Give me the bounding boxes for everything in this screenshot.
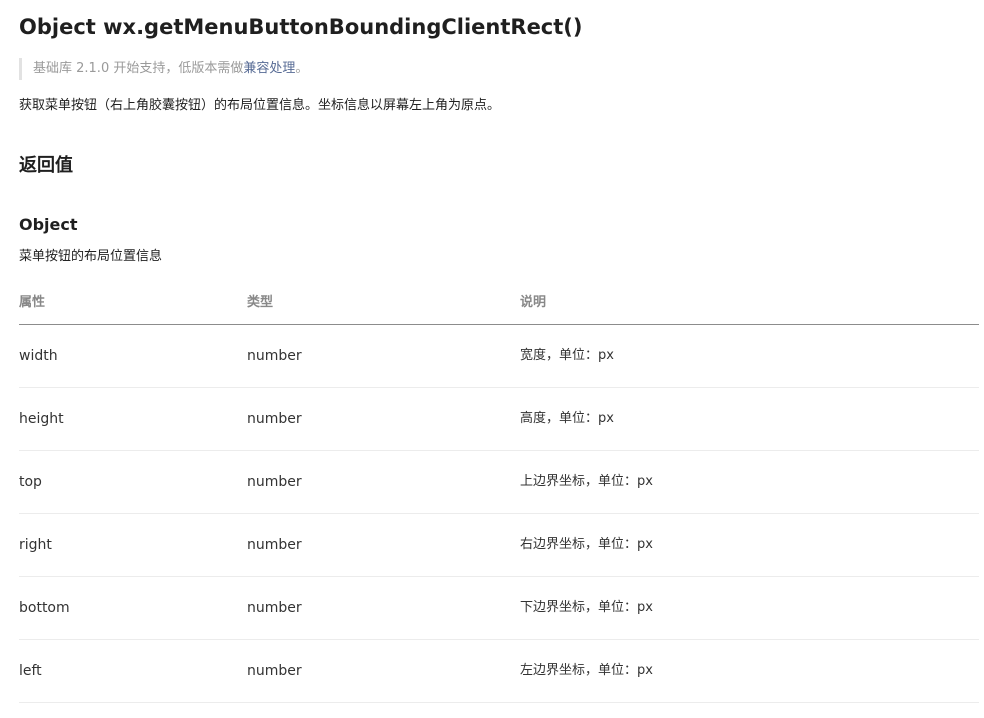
property-name: width [19,348,58,364]
header-property: 属性 [19,295,46,310]
property-type: number [247,474,302,490]
property-type: number [247,600,302,616]
table-row: top number 上边界坐标，单位：px [19,451,979,514]
version-note: 基础库 2.1.0 开始支持，低版本需做兼容处理。 [19,58,308,80]
property-description: 宽度，单位：px [520,348,614,363]
table-row: height number 高度，单位：px [19,388,979,451]
api-description: 获取菜单按钮（右上角胶囊按钮）的布局位置信息。坐标信息以屏幕左上角为原点。 [19,98,501,113]
property-description: 下边界坐标，单位：px [520,600,653,615]
property-description: 高度，单位：px [520,411,614,426]
table-row: right number 右边界坐标，单位：px [19,514,979,577]
header-type: 类型 [247,295,274,310]
property-name: height [19,411,64,427]
property-name: bottom [19,600,70,616]
property-type: number [247,663,302,679]
header-description: 说明 [520,295,547,310]
table-row: width number 宽度，单位：px [19,325,979,388]
property-name: top [19,474,42,490]
table-row: left number 左边界坐标，单位：px [19,640,979,703]
table-header: 属性 类型 说明 [19,282,979,325]
return-value-heading: 返回值 [19,155,73,176]
property-type: number [247,348,302,364]
compat-link[interactable]: 兼容处理 [243,61,295,76]
page-title: Object wx.getMenuButtonBoundingClientRec… [19,15,583,39]
properties-table: 属性 类型 说明 width number 宽度，单位：px height nu… [19,282,979,703]
property-type: number [247,537,302,553]
table-row: bottom number 下边界坐标，单位：px [19,577,979,640]
property-description: 上边界坐标，单位：px [520,474,653,489]
object-heading: Object [19,215,78,234]
version-note-suffix: 。 [295,61,309,76]
object-description: 菜单按钮的布局位置信息 [19,249,163,264]
property-type: number [247,411,302,427]
property-name: right [19,537,52,553]
version-note-text: 基础库 2.1.0 开始支持，低版本需做 [33,61,244,76]
property-description: 右边界坐标，单位：px [520,537,653,552]
property-name: left [19,663,42,679]
property-description: 左边界坐标，单位：px [520,663,653,678]
